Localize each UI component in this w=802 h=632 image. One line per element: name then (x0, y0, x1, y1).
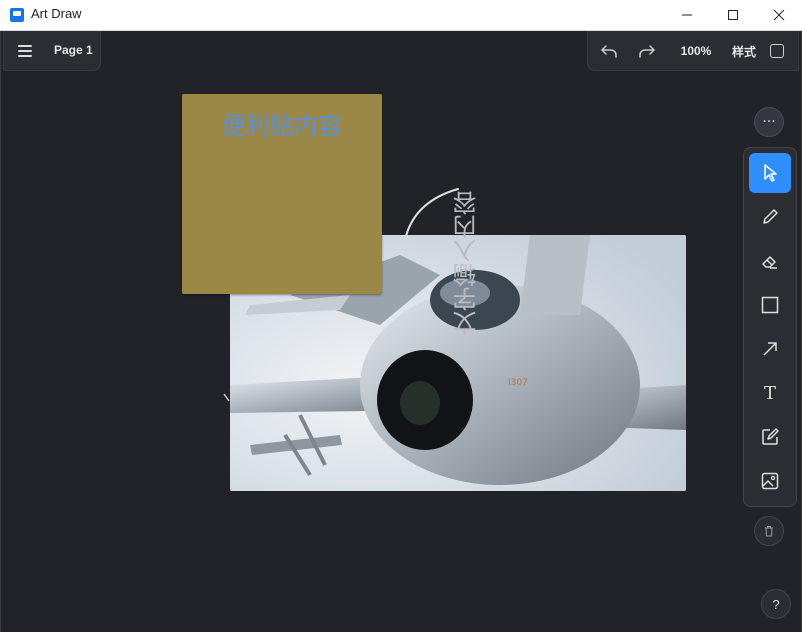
close-button[interactable] (756, 0, 802, 30)
page-panel: Page 1 (3, 31, 101, 71)
help-button[interactable]: ? (761, 589, 791, 619)
trash-icon (765, 526, 773, 537)
view-controls-panel: 100% 样式 (587, 31, 799, 71)
sticky-note[interactable]: 便利贴内容 (182, 94, 382, 294)
undo-icon (601, 45, 617, 58)
pen-tool-button[interactable] (749, 197, 791, 237)
zoom-level[interactable]: 100% (678, 41, 714, 61)
text-tool-button[interactable]: T (749, 373, 791, 413)
eraser-icon (762, 256, 777, 269)
more-options-button[interactable]: ··· (754, 107, 784, 137)
canvas-stroke-mark (223, 393, 230, 402)
style-button[interactable] (768, 41, 786, 61)
rectangle-icon (761, 296, 779, 314)
text-icon: T (763, 382, 776, 404)
note-tool-button[interactable] (749, 417, 791, 457)
redo-button[interactable] (636, 41, 658, 61)
note-edit-icon (762, 428, 779, 445)
arrow-icon (763, 342, 777, 356)
maximize-button[interactable] (710, 0, 756, 30)
eraser-tool-button[interactable] (749, 241, 791, 281)
style-label[interactable]: 样式 (730, 41, 758, 61)
drawing-canvas[interactable]: Page 1 100% 样式 I307 便利贴内容 文字输入内容 ··· T ? (0, 31, 802, 632)
image-icon (761, 472, 779, 490)
pencil-icon (763, 209, 778, 224)
maximize-icon (728, 10, 738, 20)
app-title: Art Draw (31, 6, 82, 21)
redo-icon (639, 45, 655, 58)
tool-palette: T (743, 147, 797, 507)
app-icon (10, 8, 24, 22)
svg-text:I307: I307 (508, 378, 528, 388)
delete-button[interactable] (754, 516, 784, 546)
more-horizontal-icon: ··· (762, 114, 776, 130)
minimize-icon (682, 14, 692, 16)
page-label[interactable]: Page 1 (54, 43, 93, 57)
close-icon (773, 9, 785, 21)
vertical-text-box[interactable]: 文字输入内容 (452, 191, 482, 335)
title-bar: Art Draw (0, 0, 802, 31)
style-square-icon (770, 44, 784, 58)
hamburger-menu-icon[interactable] (18, 45, 32, 57)
undo-button[interactable] (598, 41, 620, 61)
cursor-icon (764, 164, 777, 182)
select-tool-button[interactable] (749, 153, 791, 193)
minimize-button[interactable] (664, 0, 710, 30)
rectangle-tool-button[interactable] (749, 285, 791, 325)
help-icon: ? (772, 596, 780, 612)
image-tool-button[interactable] (749, 461, 791, 501)
sticky-note-text[interactable]: 便利贴内容 (182, 106, 382, 141)
arrow-tool-button[interactable] (749, 329, 791, 369)
